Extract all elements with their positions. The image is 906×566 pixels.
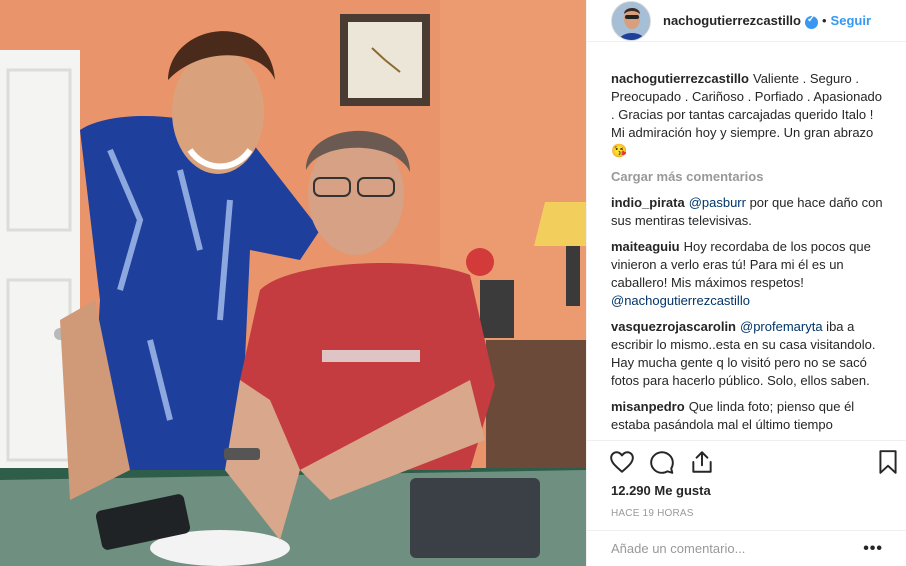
caption-username[interactable]: nachogutierrezcastillo <box>611 71 749 86</box>
avatar-image <box>612 1 650 40</box>
comment-item: vasquezrojascarolin @profemaryta iba a es… <box>611 318 883 390</box>
likes-count[interactable]: 12.290 Me gusta <box>611 483 711 498</box>
comment-username[interactable]: maiteaguiu <box>611 239 680 254</box>
heart-icon[interactable] <box>609 449 635 475</box>
comment-username[interactable]: misanpedro <box>611 399 685 414</box>
comment-item: misanpedro Que linda foto; pienso que él … <box>611 398 883 434</box>
share-icon[interactable] <box>689 449 715 475</box>
bookmark-icon[interactable] <box>875 449 901 475</box>
load-more-comments-button[interactable]: Cargar más comentarios <box>611 168 883 186</box>
add-comment-bar: ••• <box>587 530 906 566</box>
comment-mention[interactable]: @pasburr <box>689 195 746 210</box>
post-side-panel: nachogutierrezcastillo • Seguir nachogut… <box>586 0 906 566</box>
post-header: nachogutierrezcastillo • Seguir <box>587 0 906 42</box>
comment-item: maiteaguiu Hoy recordaba de los pocos que… <box>611 238 883 310</box>
header-username[interactable]: nachogutierrezcastillo <box>663 13 801 28</box>
instagram-post: nachogutierrezcastillo • Seguir nachogut… <box>0 0 906 566</box>
follow-button[interactable]: Seguir <box>831 13 871 28</box>
photo-illustration <box>0 0 586 566</box>
header-separator: • <box>821 13 827 28</box>
avatar[interactable] <box>611 0 651 41</box>
comment-item: indio_pirata @pasburr por que hace daño c… <box>611 194 883 230</box>
post-timestamp[interactable]: Hace 19 horas <box>611 508 694 519</box>
more-options-button[interactable]: ••• <box>863 540 883 558</box>
caption: nachogutierrezcastillo Valiente . Seguro … <box>611 70 883 160</box>
comment-username[interactable]: vasquezrojascarolin <box>611 319 736 334</box>
comment-icon[interactable] <box>649 449 675 475</box>
action-bar <box>587 440 906 480</box>
comments-list[interactable]: nachogutierrezcastillo Valiente . Seguro … <box>611 70 883 440</box>
comment-mention[interactable]: @profemaryta <box>740 319 823 334</box>
post-photo[interactable] <box>0 0 586 566</box>
add-comment-input[interactable] <box>611 541 864 556</box>
verified-icon <box>804 14 818 29</box>
comment-mention[interactable]: @nachogutierrezcastillo <box>611 293 750 308</box>
comment-username[interactable]: indio_pirata <box>611 195 685 210</box>
